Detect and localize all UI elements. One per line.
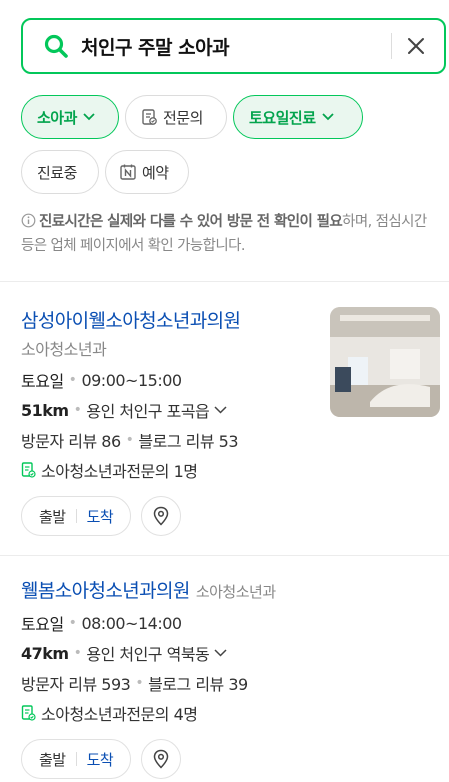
- address: 용인 처인구 포곡읍: [86, 402, 210, 421]
- hours-day: 토요일: [21, 615, 64, 634]
- chevron-down-icon: [83, 113, 95, 121]
- result-category: 소아청소년과: [195, 583, 276, 601]
- chevron-down-icon: [214, 649, 227, 657]
- result-title[interactable]: 삼성아이웰소아청소년과의원: [21, 306, 241, 333]
- visitor-reviews[interactable]: 방문자 리뷰 593: [21, 671, 131, 695]
- result-specialists: 소아청소년과전문의 1명: [21, 458, 198, 482]
- map-pin-button[interactable]: [141, 496, 181, 536]
- category-text: 소아청소년과: [21, 340, 107, 359]
- blog-reviews[interactable]: 블로그 리뷰 39: [148, 671, 248, 695]
- divider: [0, 555, 449, 556]
- visitor-reviews[interactable]: 방문자 리뷰 86: [21, 428, 121, 452]
- filter-chip-pediatrics[interactable]: 소아과: [21, 95, 119, 139]
- search-separator: [391, 33, 392, 59]
- filter-label: 진료중: [37, 163, 77, 182]
- filter-chip-booking[interactable]: 예약: [105, 150, 189, 194]
- filter-label: 예약: [142, 163, 169, 182]
- hours-range: 09:00~15:00: [81, 370, 182, 390]
- result-reviews[interactable]: 방문자 리뷰 86 • 블로그 리뷰 53: [21, 428, 239, 452]
- arrive-button[interactable]: 도착: [87, 749, 114, 770]
- search-icon: [44, 34, 68, 58]
- directions-pill: 출발 도착: [21, 739, 132, 779]
- chevron-down-icon: [214, 406, 227, 414]
- arrive-button[interactable]: 도착: [87, 506, 114, 527]
- specialists-text: 소아청소년과전문의 4명: [41, 705, 198, 724]
- search-box[interactable]: 처인구 주말 소아과: [21, 18, 446, 74]
- booking-n-icon: [120, 164, 136, 180]
- filter-chip-saturday[interactable]: 토요일진료: [233, 95, 363, 139]
- depart-button[interactable]: 출발: [39, 506, 66, 527]
- divider: [0, 281, 449, 282]
- info-icon: [21, 213, 36, 228]
- specialists-text: 소아청소년과전문의 1명: [41, 462, 198, 481]
- result-hours: 토요일 • 08:00~14:00: [21, 611, 182, 635]
- filter-chip-specialist[interactable]: 전문의: [125, 95, 227, 139]
- document-check-icon: [21, 462, 36, 478]
- result-hours: 토요일 • 09:00~15:00: [21, 368, 182, 392]
- clinic-photo[interactable]: [330, 307, 440, 417]
- distance: 47km: [21, 643, 69, 663]
- depart-button[interactable]: 출발: [39, 749, 66, 770]
- distance: 51km: [21, 400, 69, 420]
- result-category: 소아청소년과: [21, 336, 107, 360]
- filter-label: 토요일진료: [249, 108, 316, 127]
- result-title-row: 웰봄소아청소년과의원 소아청소년과: [21, 576, 276, 603]
- close-icon[interactable]: [406, 36, 426, 56]
- map-pin-icon: [153, 749, 169, 769]
- document-check-icon: [21, 705, 36, 721]
- filter-label: 전문의: [163, 108, 203, 127]
- blog-reviews[interactable]: 블로그 리뷰 53: [138, 428, 238, 452]
- search-input[interactable]: 처인구 주말 소아과: [81, 33, 391, 60]
- map-pin-icon: [153, 506, 169, 526]
- filter-label: 소아과: [37, 108, 77, 127]
- document-check-icon: [142, 109, 157, 125]
- hours-notice: 진료시간은 실제와 다를 수 있어 방문 전 확인이 필요하며, 점심시간 등은…: [21, 210, 441, 258]
- hours-range: 08:00~14:00: [81, 613, 182, 633]
- result-reviews[interactable]: 방문자 리뷰 593 • 블로그 리뷰 39: [21, 671, 248, 695]
- result-title[interactable]: 웰봄소아청소년과의원: [21, 576, 190, 603]
- chevron-down-icon: [321, 113, 334, 121]
- directions-pill: 출발 도착: [21, 496, 132, 536]
- clinic-photo-image: [330, 307, 440, 417]
- address: 용인 처인구 역북동: [86, 645, 210, 664]
- result-specialists: 소아청소년과전문의 4명: [21, 701, 198, 725]
- notice-bold: 진료시간은 실제와 다를 수 있어 방문 전 확인이 필요: [39, 214, 343, 230]
- map-pin-button[interactable]: [141, 739, 181, 779]
- result-location[interactable]: 51km • 용인 처인구 포곡읍: [21, 398, 227, 422]
- filter-chip-open-now[interactable]: 진료중: [21, 150, 99, 194]
- hours-day: 토요일: [21, 372, 64, 391]
- result-location[interactable]: 47km • 용인 처인구 역북동: [21, 641, 227, 665]
